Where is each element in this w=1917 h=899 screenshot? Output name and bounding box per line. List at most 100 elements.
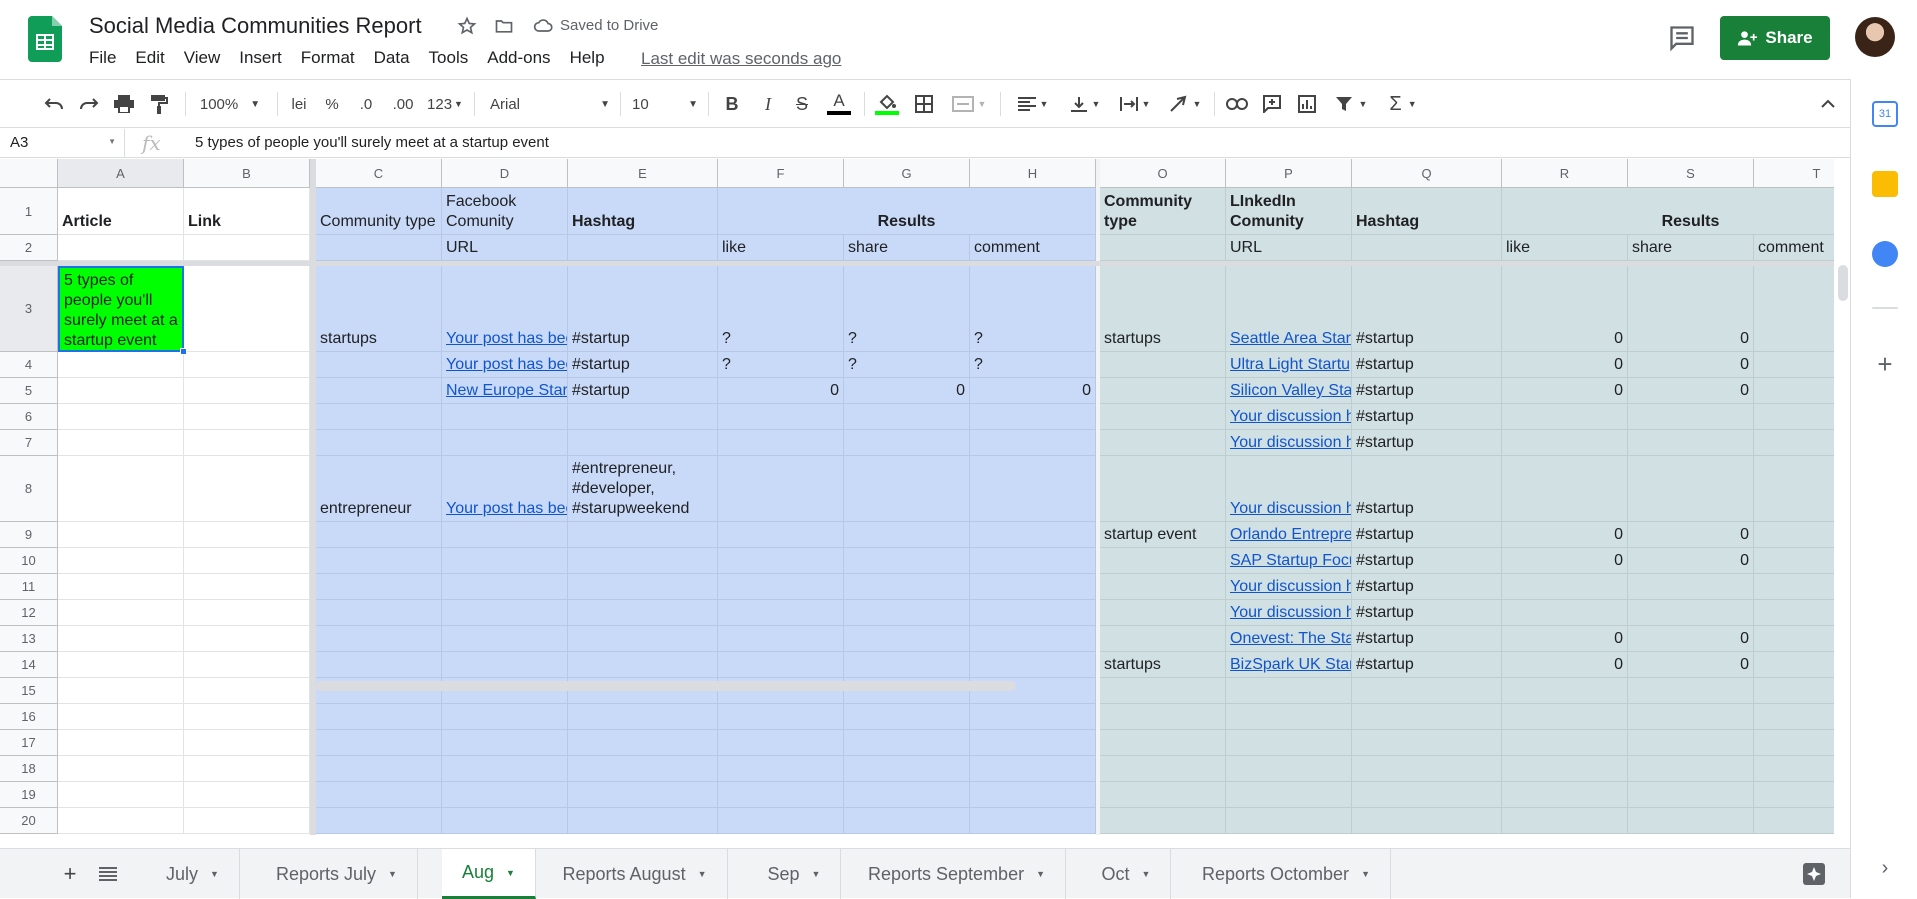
cell-p18[interactable] [1226, 756, 1352, 782]
cell-s13[interactable]: 0 [1628, 626, 1754, 652]
cell-f19[interactable] [718, 782, 844, 808]
vertical-align-icon[interactable]: ▼ [1064, 92, 1106, 116]
menu-edit[interactable]: Edit [135, 48, 164, 68]
chevron-down-icon[interactable]: ▼ [1036, 869, 1045, 879]
menu-tools[interactable]: Tools [429, 48, 469, 68]
sheet-tab-aug[interactable]: Aug ▼ [442, 849, 536, 899]
cell-s15[interactable] [1628, 678, 1754, 704]
cell-r12[interactable] [1502, 600, 1628, 626]
add-addon-icon[interactable]: + [1872, 351, 1898, 377]
print-icon[interactable] [112, 92, 136, 116]
cell-s9[interactable]: 0 [1628, 522, 1754, 548]
cell-r4[interactable]: 0 [1502, 352, 1628, 378]
text-color-icon[interactable]: A [826, 92, 852, 116]
cell-h10[interactable] [970, 548, 1096, 574]
menu-format[interactable]: Format [301, 48, 355, 68]
cell-r17[interactable] [1502, 730, 1628, 756]
cell-q2[interactable] [1352, 235, 1502, 261]
row-header-18[interactable]: 18 [0, 756, 58, 782]
cell-h14[interactable] [970, 652, 1096, 678]
add-sheet-icon[interactable]: + [58, 861, 82, 886]
row-header-14[interactable]: 14 [0, 652, 58, 678]
row-header-8[interactable]: 8 [0, 456, 58, 522]
cell-o15[interactable] [1100, 678, 1226, 704]
cell-p3[interactable]: Seattle Area Startups [1226, 266, 1352, 352]
cell-b13[interactable] [184, 626, 310, 652]
cell-q5[interactable]: #startup [1352, 378, 1502, 404]
column-header-f[interactable]: F [718, 159, 844, 188]
cell-d8[interactable]: Your post has been [442, 456, 568, 522]
cell-r11[interactable] [1502, 574, 1628, 600]
cell-b4[interactable] [184, 352, 310, 378]
cell-h20[interactable] [970, 808, 1096, 834]
cell-c9[interactable] [316, 522, 442, 548]
column-header-q[interactable]: Q [1352, 159, 1502, 188]
cell-e3[interactable]: #startup [568, 266, 718, 352]
cell-f4[interactable]: ? [718, 352, 844, 378]
cell-o8[interactable] [1100, 456, 1226, 522]
column-header-b[interactable]: B [184, 159, 310, 188]
cell-a15[interactable] [58, 678, 184, 704]
cell-g14[interactable] [844, 652, 970, 678]
filter-icon[interactable]: ▼ [1330, 92, 1372, 116]
cell-t5[interactable] [1754, 378, 1834, 404]
cell-f2[interactable]: like [718, 235, 844, 261]
cell-f5[interactable]: 0 [718, 378, 844, 404]
cell-d13[interactable] [442, 626, 568, 652]
cell-s12[interactable] [1628, 600, 1754, 626]
cell-o13[interactable] [1100, 626, 1226, 652]
percent-format-button[interactable]: % [320, 92, 344, 116]
cell-h19[interactable] [970, 782, 1096, 808]
font-size-select[interactable]: 10 ▼ [632, 92, 698, 116]
cell-s17[interactable] [1628, 730, 1754, 756]
cell-t15[interactable] [1754, 678, 1834, 704]
cell-c3[interactable]: startups [316, 266, 442, 352]
cell-p7[interactable]: Your discussion has [1226, 430, 1352, 456]
vertical-scrollbar[interactable] [1838, 265, 1848, 301]
sheet-tab-reports-july[interactable]: Reports July ▼ [256, 849, 418, 899]
cell-t13[interactable] [1754, 626, 1834, 652]
cell-h6[interactable] [970, 404, 1096, 430]
cell-d3[interactable]: Your post has been [442, 266, 568, 352]
paint-format-icon[interactable] [147, 92, 171, 116]
cell-o17[interactable] [1100, 730, 1226, 756]
menu-help[interactable]: Help [570, 48, 605, 68]
cell-e6[interactable] [568, 404, 718, 430]
cell-r9[interactable]: 0 [1502, 522, 1628, 548]
cell-p12[interactable]: Your discussion has [1226, 600, 1352, 626]
chevron-down-icon[interactable]: ▼ [506, 868, 515, 878]
cell-d12[interactable] [442, 600, 568, 626]
cell-q20[interactable] [1352, 808, 1502, 834]
formula-input[interactable]: 5 types of people you'll surely meet at … [195, 134, 549, 151]
cell-g10[interactable] [844, 548, 970, 574]
row-header-17[interactable]: 17 [0, 730, 58, 756]
cell-g20[interactable] [844, 808, 970, 834]
column-header-c[interactable]: C [316, 159, 442, 188]
cell-d6[interactable] [442, 404, 568, 430]
cell-b14[interactable] [184, 652, 310, 678]
text-rotation-icon[interactable]: ▼ [1164, 92, 1206, 116]
cell-g8[interactable] [844, 456, 970, 522]
cell-s7[interactable] [1628, 430, 1754, 456]
sheet-tab-reports-august[interactable]: Reports August ▼ [543, 849, 728, 899]
name-box[interactable]: A3 ▼ [0, 129, 125, 158]
fill-handle[interactable] [180, 348, 187, 355]
cell-t2[interactable]: comment [1754, 235, 1834, 261]
zoom-select[interactable]: 100% ▼ [195, 92, 265, 116]
cell-e13[interactable] [568, 626, 718, 652]
cell-q16[interactable] [1352, 704, 1502, 730]
cell-e16[interactable] [568, 704, 718, 730]
cell-r19[interactable] [1502, 782, 1628, 808]
keep-icon[interactable] [1872, 171, 1898, 197]
menu-data[interactable]: Data [374, 48, 410, 68]
cell-o4[interactable] [1100, 352, 1226, 378]
row-header-19[interactable]: 19 [0, 782, 58, 808]
cell-g11[interactable] [844, 574, 970, 600]
cell-s16[interactable] [1628, 704, 1754, 730]
cell-e9[interactable] [568, 522, 718, 548]
cell-h13[interactable] [970, 626, 1096, 652]
move-folder-icon[interactable] [492, 14, 516, 38]
cell-r14[interactable]: 0 [1502, 652, 1628, 678]
column-header-d[interactable]: D [442, 159, 568, 188]
cell-f10[interactable] [718, 548, 844, 574]
